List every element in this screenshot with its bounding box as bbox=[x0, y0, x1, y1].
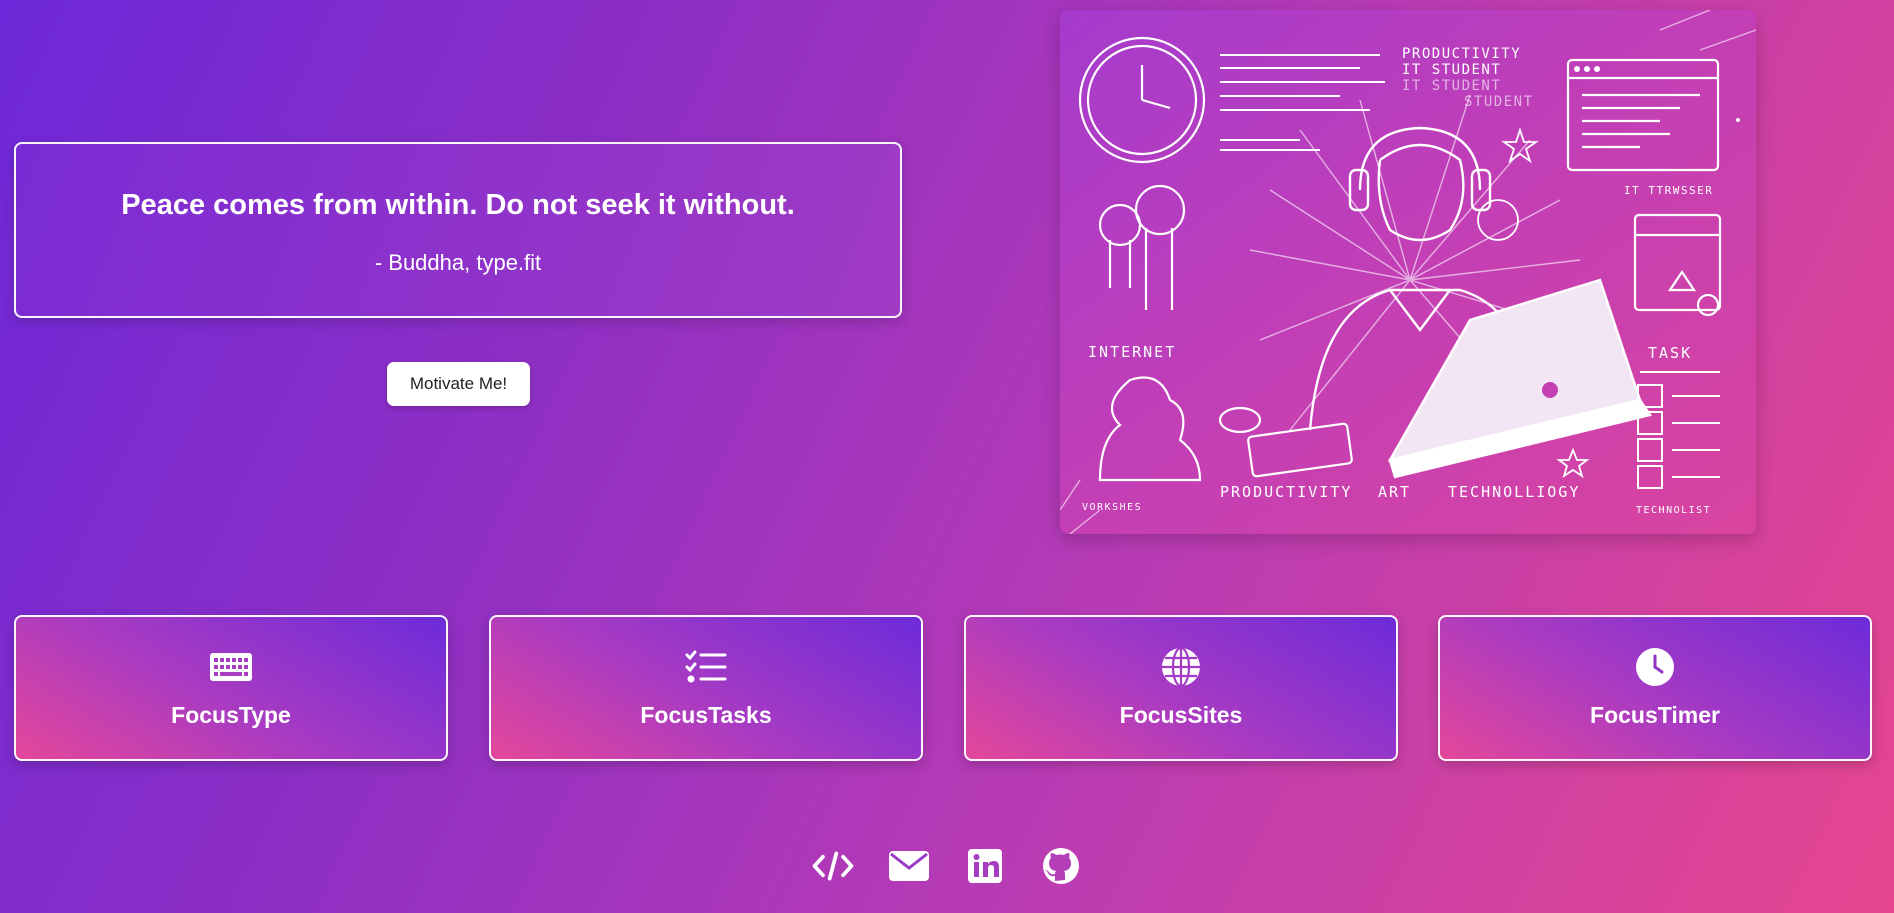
motivate-me-button[interactable]: Motivate Me! bbox=[387, 362, 530, 406]
ill-label-art: ART bbox=[1378, 483, 1411, 501]
quote-box: Peace comes from within. Do not seek it … bbox=[14, 142, 902, 318]
card-focustasks[interactable]: FocusTasks bbox=[489, 615, 923, 761]
globe-icon bbox=[966, 647, 1396, 687]
quote-author: - Buddha, type.fit bbox=[374, 250, 542, 275]
envelope-icon bbox=[889, 851, 929, 881]
ill-label-internet: INTERNET bbox=[1088, 343, 1176, 361]
github-icon bbox=[1043, 848, 1079, 884]
ill-label-workshops: VORKSHES bbox=[1082, 502, 1142, 513]
card-label: FocusTasks bbox=[640, 702, 772, 728]
ill-label-student: STUDENT bbox=[1464, 94, 1534, 110]
ill-label-task: TASK bbox=[1648, 344, 1692, 362]
code-icon bbox=[812, 851, 854, 881]
card-label: FocusTimer bbox=[1590, 702, 1720, 728]
card-focustimer[interactable]: FocusTimer bbox=[1438, 615, 1872, 761]
ill-label-technolist: TECHNOLIST bbox=[1636, 505, 1711, 516]
keyboard-icon bbox=[16, 647, 446, 687]
clock-icon bbox=[1440, 647, 1870, 687]
email-link[interactable] bbox=[888, 845, 930, 887]
ill-label-it-student: IT STUDENT bbox=[1402, 62, 1501, 78]
github-link[interactable] bbox=[1040, 845, 1082, 887]
linkedin-link[interactable] bbox=[964, 845, 1006, 887]
code-link[interactable] bbox=[812, 845, 854, 887]
ill-label-browser: IT TTRWSSER bbox=[1624, 184, 1713, 197]
task-list-icon bbox=[491, 647, 921, 687]
card-label: FocusSites bbox=[1119, 702, 1243, 728]
hero-illustration: PRODUCTIVITY IT STUDENT IT STUDENT STUDE… bbox=[1060, 10, 1756, 534]
card-focustype[interactable]: FocusType bbox=[14, 615, 448, 761]
ill-label-productivity-bottom: PRODUCTIVITY bbox=[1220, 483, 1352, 501]
linkedin-icon bbox=[968, 849, 1002, 883]
quote-text: Peace comes from within. Do not seek it … bbox=[121, 189, 795, 221]
card-focussites[interactable]: FocusSites bbox=[964, 615, 1398, 761]
ill-label-technology: TECHNOLLIOGY bbox=[1448, 483, 1580, 501]
card-label: FocusType bbox=[171, 702, 291, 728]
ill-label-it-student-2: IT STUDENT bbox=[1402, 78, 1501, 94]
ill-label-productivity: PRODUCTIVITY bbox=[1402, 46, 1521, 62]
footer-links bbox=[0, 843, 1894, 889]
